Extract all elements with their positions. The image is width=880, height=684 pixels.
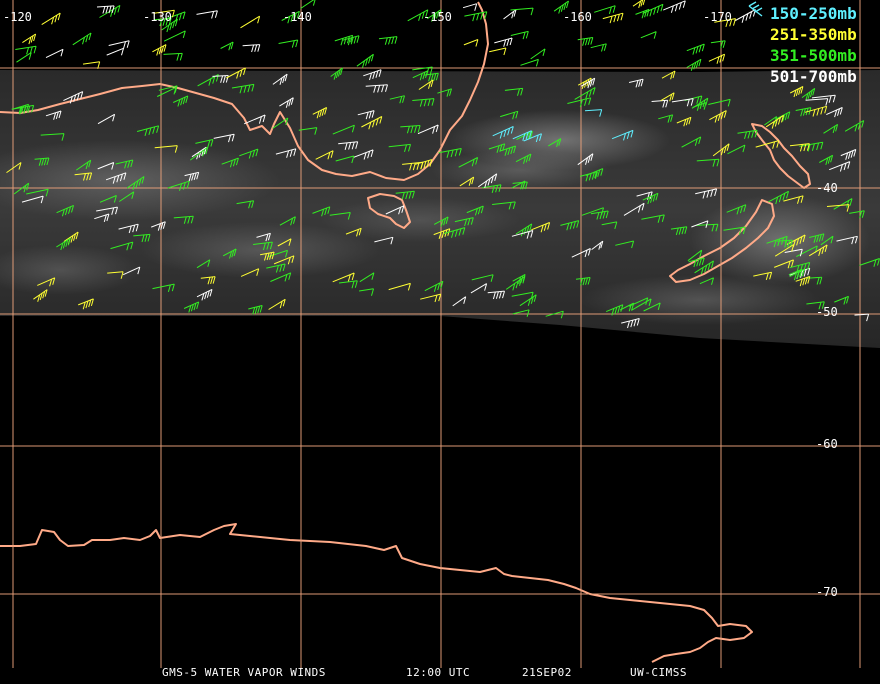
wind-barb [196, 10, 218, 19]
wind-barb [220, 41, 234, 51]
footer-caption: GMS-5 WATER VAPOR WINDS 12:00 UTC 21SEP0… [162, 666, 687, 679]
wind-barb [240, 15, 261, 29]
antarctica-coastline [0, 523, 753, 663]
wind-barb [15, 45, 37, 55]
wind-barb [163, 52, 183, 61]
legend-item-501-700: 501-700mb [770, 67, 857, 86]
wind-barb [663, 0, 686, 13]
wind-barb [494, 37, 513, 47]
lat-label-60: -60 [816, 437, 838, 451]
footer-product: GMS-5 WATER VAPOR WINDS [162, 666, 326, 679]
wind-barb [708, 53, 726, 64]
wind-barb [16, 52, 32, 63]
wind-barb [462, 3, 478, 11]
wind-barb [510, 30, 529, 40]
wind-barb [734, 9, 756, 23]
wind-barb [22, 33, 37, 45]
legend-item-150-250: 150-250mb [770, 4, 857, 23]
footer-date: 21SEP02 [522, 666, 572, 679]
footer-source: UW-CIMSS [630, 666, 687, 679]
wind-map: -120 -130 -140 -150 -160 -170 -40 -50 -6… [0, 0, 880, 680]
wind-barb [463, 39, 479, 47]
lon-label-160: -160 [563, 10, 592, 24]
lon-label-130: -130 [143, 10, 172, 24]
lon-label-170: -170 [703, 10, 732, 24]
wind-barb [686, 43, 705, 55]
wind-barb [602, 12, 624, 24]
wind-barb [635, 8, 650, 19]
wind-barb [106, 47, 124, 56]
lat-label-50: -50 [816, 305, 838, 319]
wind-barb [530, 48, 546, 60]
water-vapor-imagery [0, 70, 880, 348]
lon-label-150: -150 [423, 10, 452, 24]
wind-barb [242, 44, 261, 53]
map-canvas: -120 -130 -140 -150 -160 -170 -40 -50 -6… [0, 0, 880, 679]
wind-barb [590, 43, 607, 52]
lat-label-70: -70 [816, 585, 838, 599]
wind-barb [503, 9, 517, 20]
legend-item-351-500: 351-500mb [770, 46, 857, 65]
wind-barb [594, 5, 616, 15]
wind-barb [577, 37, 594, 46]
wind-barb [152, 44, 167, 56]
wind-barb [108, 40, 130, 49]
wind-barb [41, 12, 61, 26]
lat-label-40: -40 [816, 181, 838, 195]
legend-item-251-350: 251-350mb [770, 25, 857, 44]
wind-barb [72, 32, 92, 46]
wind-barb [710, 40, 726, 49]
wind-barb [163, 30, 186, 42]
wind-barb [686, 58, 702, 71]
footer-time: 12:00 UTC [406, 666, 470, 679]
wind-barb [356, 53, 374, 68]
wind-barb [489, 47, 507, 56]
wind-barb [632, 0, 646, 9]
wind-barb [640, 31, 657, 39]
wind-barb [300, 0, 316, 9]
wind-barb [378, 36, 398, 45]
wind-barb [520, 58, 539, 67]
wind-barb [45, 48, 64, 59]
lon-label-140: -140 [283, 10, 312, 24]
lon-label-120: -120 [3, 10, 32, 24]
wind-barb [278, 39, 299, 48]
